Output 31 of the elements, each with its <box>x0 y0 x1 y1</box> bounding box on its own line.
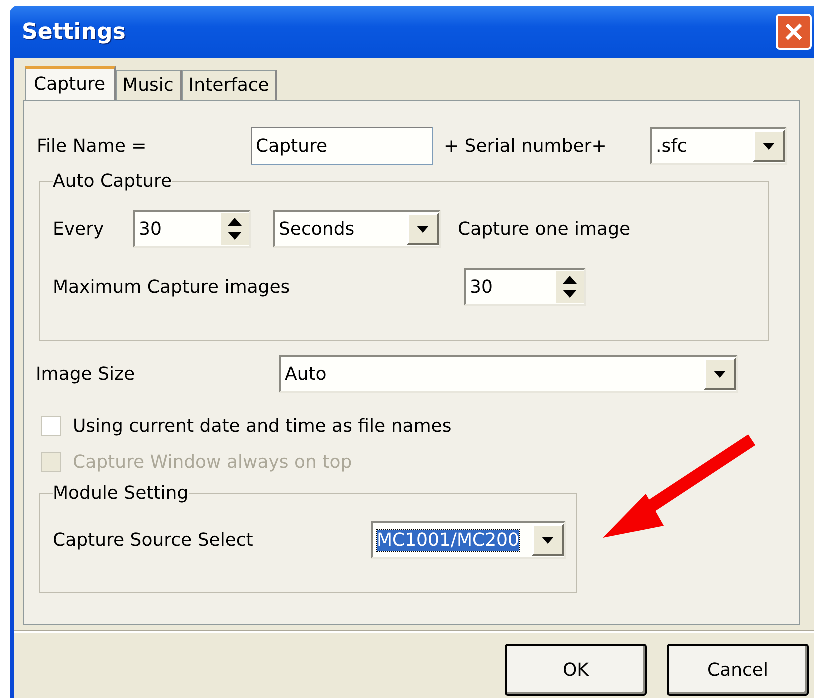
field-label: Every <box>53 218 106 240</box>
dropdown-arrow-icon <box>417 226 429 232</box>
tab[interactable]: Interface <box>182 70 278 100</box>
max-images-spinner[interactable]: 30 <box>464 268 586 306</box>
checkbox[interactable] <box>41 416 61 436</box>
dropdown-arrow-icon <box>763 142 775 150</box>
field-label: Capture one image <box>458 218 631 240</box>
field-label: Maximum Capture images <box>53 276 292 298</box>
checkbox-label: Using current date and time as file names <box>73 416 452 436</box>
dropdown-arrow-icon <box>714 370 726 378</box>
tab[interactable]: Music <box>116 70 182 100</box>
group-title: Auto Capture <box>53 171 172 192</box>
dialog-button[interactable]: Cancel <box>667 644 809 696</box>
close-button[interactable] <box>776 14 812 50</box>
tab[interactable]: Capture <box>25 66 116 100</box>
field-label: + Serial number+ <box>443 136 608 156</box>
interval-spinner[interactable]: 30 <box>133 210 251 248</box>
file-name-field[interactable]: Capture <box>251 127 433 165</box>
checkbox-label: Capture Window always on top <box>73 452 352 472</box>
image-size-dropdown[interactable]: Auto <box>279 355 738 393</box>
dropdown-arrow-icon <box>542 536 554 544</box>
capture-source-dropdown[interactable]: MC1001/MC200 <box>371 521 566 559</box>
group-title: Module Setting <box>53 483 189 504</box>
field-label: File Name = <box>37 136 148 156</box>
window-title: Settings <box>22 20 126 44</box>
unit-dropdown[interactable]: Seconds <box>273 210 441 248</box>
field-label: Image Size <box>36 364 136 384</box>
extension-dropdown[interactable]: .sfc <box>650 127 787 165</box>
dialog-button[interactable]: OK <box>505 644 647 696</box>
close-icon <box>783 21 805 43</box>
field-label: Capture Source Select <box>53 530 254 550</box>
